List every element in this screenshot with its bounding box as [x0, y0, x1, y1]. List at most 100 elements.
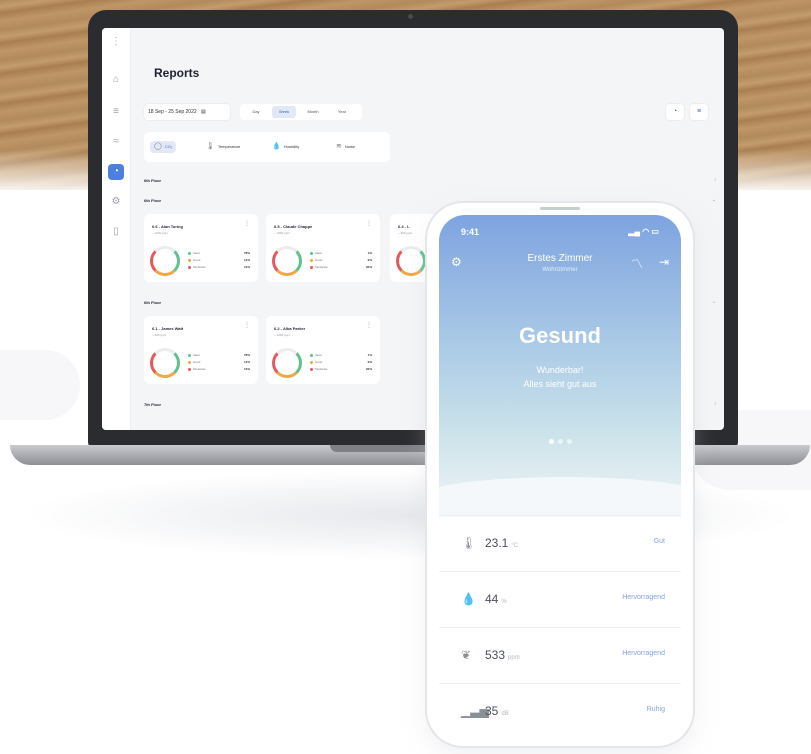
- co2-unit: ppm: [508, 655, 520, 661]
- metric-tabs: ◯ CO₂ 🌡 Temperature 💧 Humidity ≋ Noise: [144, 132, 390, 162]
- floor-header[interactable]: 6th Floor: [144, 300, 161, 305]
- room-card[interactable]: 6.2 - Alba Parker ~ 1000 ppm ⋮ Ideal Goo…: [266, 316, 380, 384]
- tab-co2[interactable]: ◯ CO₂: [150, 141, 177, 153]
- room-card[interactable]: 6.6 - Alan Turing ~ 1000 ppm ⋮ Ideal Goo…: [144, 214, 258, 282]
- legend-moderate: Moderate: [188, 367, 206, 371]
- legend-label: Moderate: [193, 367, 206, 371]
- tab-humidity-label: Humidity: [283, 144, 300, 149]
- good-percent: 9%: [367, 360, 372, 364]
- droplet-icon: 💧: [461, 592, 476, 606]
- legend-label: Good: [315, 258, 323, 262]
- good-percent: 12%: [243, 360, 250, 364]
- ideal-dot: [188, 251, 191, 255]
- moderate-percent: 10%: [243, 367, 250, 371]
- ideal-percent: 78%: [243, 251, 250, 255]
- floor-header[interactable]: 6th Floor: [144, 198, 161, 203]
- chevron-down-icon[interactable]: ⌄: [712, 197, 716, 203]
- moderate-percent: 90%: [365, 265, 372, 269]
- legend-label: Good: [315, 360, 323, 364]
- reading-row[interactable]: ▁▃▅ 35 dB Ruhig: [439, 683, 681, 734]
- home-icon[interactable]: ⌂: [108, 72, 124, 88]
- chevron-down-icon[interactable]: ⌄: [712, 299, 716, 305]
- legend-moderate: Moderate: [188, 265, 206, 269]
- humidity-unit: %: [501, 599, 507, 605]
- co2-value: 533: [485, 648, 506, 662]
- date-range-label: 18 Sep - 25 Sep 2022: [148, 109, 197, 115]
- ideal-dot: [310, 251, 313, 255]
- period-month[interactable]: Month: [300, 106, 326, 118]
- device-icon[interactable]: ▯: [108, 224, 124, 240]
- chart-icon[interactable]: 〽: [631, 255, 643, 272]
- good-dot: [310, 258, 313, 262]
- donut-chart: [272, 348, 302, 378]
- date-range-picker[interactable]: 18 Sep - 25 Sep 2022 ▤: [144, 104, 230, 120]
- reading-row[interactable]: 🌡 23.1 °C Gut: [439, 515, 681, 571]
- room-name: 6.4 - L: [398, 224, 410, 229]
- map-icon[interactable]: ≈: [108, 134, 124, 150]
- donut-chart: [150, 246, 180, 276]
- page-dot[interactable]: [548, 439, 554, 444]
- tab-temperature[interactable]: 🌡 Temperature: [206, 141, 240, 153]
- page-dot[interactable]: [566, 439, 572, 444]
- reading-value: 533 ppm: [485, 648, 520, 662]
- tab-humidity[interactable]: 💧 Humidity: [272, 141, 299, 153]
- more-icon[interactable]: ⋮: [244, 322, 250, 329]
- reports-icon[interactable]: ◔: [108, 164, 124, 180]
- chart-view-button[interactable]: ◔: [666, 104, 684, 120]
- exit-icon[interactable]: ⇥: [659, 255, 669, 269]
- donut-chart: [272, 246, 302, 276]
- reading-rating: Gut: [653, 538, 665, 545]
- floor-header[interactable]: 6th Floor: [144, 178, 161, 183]
- humidity-value: 44: [485, 592, 499, 606]
- tab-temperature-label: Temperature: [217, 144, 241, 149]
- more-icon[interactable]: ⋮: [244, 220, 250, 227]
- reading-value: 44%: [485, 592, 507, 606]
- legend-label: Good: [193, 360, 201, 364]
- legend-label: Ideal: [315, 353, 322, 357]
- chevron-right-icon[interactable]: ›: [714, 177, 716, 183]
- reading-row[interactable]: 💧 44% Hervorragend: [439, 571, 681, 627]
- good-percent: 9%: [367, 258, 372, 262]
- more-icon[interactable]: ⋮: [366, 220, 372, 227]
- moderate-percent: 10%: [243, 265, 250, 269]
- sidebar: ⋮ ⌂ ≡ ≈ ◔ ⚙ ▯: [102, 28, 131, 430]
- reading-row[interactable]: ❦ 533 ppm Hervorragend: [439, 627, 681, 683]
- page-indicator[interactable]: [439, 431, 681, 449]
- period-week[interactable]: Week: [272, 106, 296, 118]
- legend-good: Good: [310, 360, 322, 364]
- page-dot[interactable]: [557, 439, 563, 444]
- menu-icon[interactable]: ⋮: [108, 34, 124, 50]
- period-year[interactable]: Year: [330, 106, 354, 118]
- floor-header[interactable]: 7th Floor: [144, 402, 161, 407]
- more-icon[interactable]: ⋮: [366, 322, 372, 329]
- tab-noise-label: Noise: [344, 144, 356, 149]
- legend-label: Good: [193, 258, 201, 262]
- list-view-button[interactable]: ≡: [690, 104, 708, 120]
- gear-icon[interactable]: ⚙: [108, 194, 124, 210]
- air-status: Gesund: [519, 323, 601, 348]
- legend-good: Good: [310, 258, 322, 262]
- phone: 9:41 ▂▄ ◠ ▭ ⚙ Erstes Zimmer Wohnzimmer 〽…: [427, 203, 693, 746]
- room-card[interactable]: 6.5 - Claude Chappe ~ 1000 ppm ⋮ Ideal G…: [266, 214, 380, 282]
- room-name: 6.2 - Alba Parker: [274, 326, 306, 331]
- reading-value: 23.1 °C: [485, 536, 518, 550]
- legend-label: Ideal: [193, 353, 200, 357]
- good-dot: [188, 360, 191, 364]
- legend-ideal: Ideal: [188, 251, 200, 255]
- room-name: 6.1 - James Watt: [152, 326, 184, 331]
- moderate-percent: 90%: [365, 367, 372, 371]
- chevron-right-icon[interactable]: ›: [714, 401, 716, 407]
- status-time: 9:41: [461, 227, 480, 237]
- room-average: ~ 800 ppm: [398, 231, 413, 235]
- room-title[interactable]: Erstes Zimmer: [439, 253, 681, 264]
- tab-noise[interactable]: ≋ Noise: [336, 141, 355, 153]
- room-average: ~ 1000 ppm: [274, 333, 290, 337]
- calendar-icon: ▤: [201, 109, 206, 115]
- period-day[interactable]: Day: [244, 106, 268, 118]
- ideal-percent: 1%: [367, 251, 372, 255]
- droplet-icon: 💧: [272, 143, 281, 150]
- room-card[interactable]: 6.1 - James Watt ~ 800 ppm ⋮ Ideal Good …: [144, 316, 258, 384]
- noise-value: 35: [485, 704, 499, 718]
- list-icon[interactable]: ≡: [108, 104, 124, 120]
- tab-co2-label: CO₂: [164, 144, 173, 149]
